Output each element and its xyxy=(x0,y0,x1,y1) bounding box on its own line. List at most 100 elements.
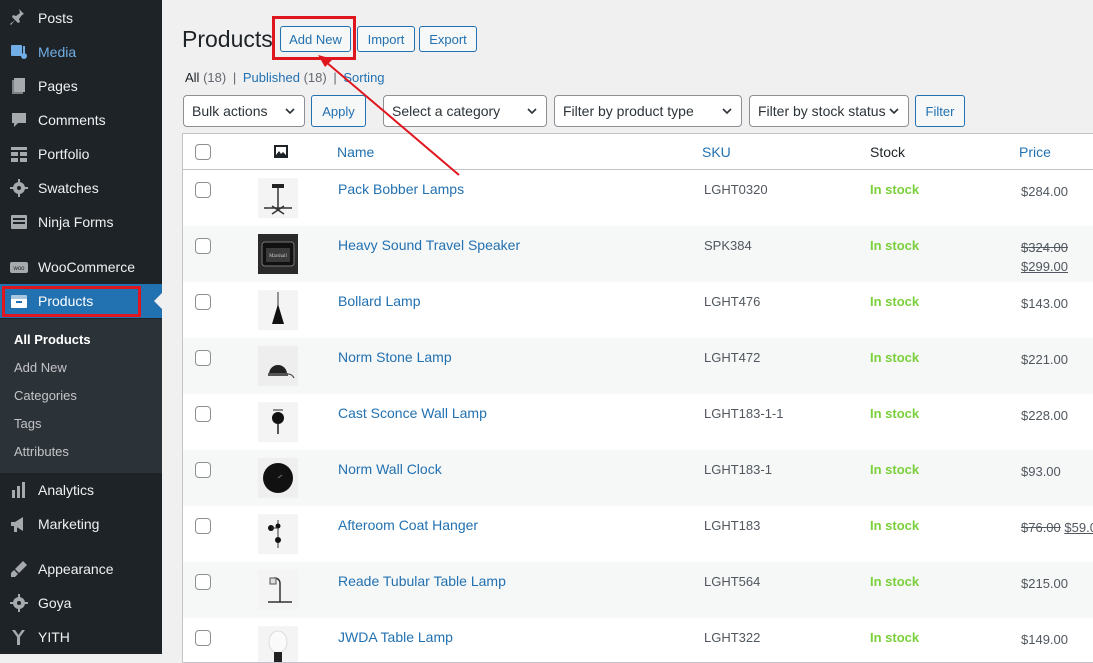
product-price: $76.00 $59.0 xyxy=(1021,518,1093,537)
view-published-count: (18) xyxy=(303,70,327,85)
sidebar-item-comments[interactable]: Comments xyxy=(0,103,162,137)
import-button[interactable]: Import xyxy=(357,26,415,52)
category-value: Select a category xyxy=(392,103,501,119)
sidebar-item-woocommerce[interactable]: woo WooCommerce xyxy=(0,250,162,284)
sidebar-item-label: Marketing xyxy=(38,516,100,532)
product-thumbnail[interactable] xyxy=(258,458,298,498)
submenu-attributes[interactable]: Attributes xyxy=(14,444,69,459)
sidebar-item-appearance[interactable]: Appearance xyxy=(0,552,162,586)
sidebar-item-label: Analytics xyxy=(38,482,95,498)
product-sku: LGHT322 xyxy=(704,630,761,645)
view-sorting[interactable]: Sorting xyxy=(343,70,384,85)
product-thumbnail[interactable] xyxy=(258,626,298,662)
product-name-link[interactable]: Norm Stone Lamp xyxy=(338,349,452,365)
stock-status: In stock xyxy=(870,238,920,253)
product-price: $93.00 xyxy=(1021,464,1061,479)
product-name-link[interactable]: Reade Tubular Table Lamp xyxy=(338,573,506,589)
stock-status: In stock xyxy=(870,294,920,309)
pages-icon xyxy=(0,76,38,96)
product-name-link[interactable]: Norm Wall Clock xyxy=(338,461,442,477)
select-all-checkbox[interactable] xyxy=(195,144,211,160)
table-row: Bollard Lamp LGHT476 In stock $143.00 xyxy=(183,282,1093,338)
product-name-link[interactable]: Heavy Sound Travel Speaker xyxy=(338,237,520,253)
products-table: Name SKU Stock Price Pack Bobber Lamps L… xyxy=(182,133,1093,663)
sidebar-item-analytics[interactable]: Analytics xyxy=(0,473,162,507)
stock-status: In stock xyxy=(870,462,920,477)
row-checkbox[interactable] xyxy=(195,574,211,590)
main-content: Products Add New Import Export All (18) … xyxy=(162,0,1093,663)
column-name[interactable]: Name xyxy=(337,144,374,160)
row-checkbox[interactable] xyxy=(195,350,211,366)
sidebar-item-ninja-forms[interactable]: Ninja Forms xyxy=(0,205,162,239)
sidebar-item-pages[interactable]: Pages xyxy=(0,69,162,103)
submenu-categories[interactable]: Categories xyxy=(14,388,77,403)
table-row: Norm Stone Lamp LGHT472 In stock $221.00 xyxy=(183,338,1093,394)
sidebar-item-label: Comments xyxy=(38,112,106,128)
sidebar-item-goya[interactable]: Goya xyxy=(0,586,162,620)
product-name-link[interactable]: Bollard Lamp xyxy=(338,293,421,309)
product-thumbnail[interactable] xyxy=(258,346,298,386)
stock-status-select[interactable]: Filter by stock status xyxy=(749,95,909,127)
product-price: $221.00 xyxy=(1021,352,1068,367)
sidebar-item-label: Goya xyxy=(38,595,72,611)
sidebar-item-yith[interactable]: YITH xyxy=(0,620,162,654)
view-all[interactable]: All xyxy=(185,70,199,85)
product-sku: LGHT183-1 xyxy=(704,462,772,477)
table-header: Name SKU Stock Price xyxy=(183,134,1093,170)
product-sku: SPK384 xyxy=(704,238,752,253)
stock-status: In stock xyxy=(870,574,920,589)
product-thumbnail[interactable] xyxy=(258,290,298,330)
product-price: $215.00 xyxy=(1021,576,1068,591)
svg-text:Marshall: Marshall xyxy=(269,254,287,259)
row-checkbox[interactable] xyxy=(195,182,211,198)
row-checkbox[interactable] xyxy=(195,406,211,422)
sidebar-item-label: Posts xyxy=(38,10,74,26)
sidebar-item-label: Portfolio xyxy=(38,146,90,162)
apply-button[interactable]: Apply xyxy=(311,95,366,127)
product-thumbnail[interactable] xyxy=(258,570,298,610)
row-checkbox[interactable] xyxy=(195,238,211,254)
sidebar-item-media[interactable]: Media xyxy=(0,35,162,69)
table-row: Afteroom Coat Hanger LGHT183 In stock $7… xyxy=(183,506,1093,562)
bulk-actions-select[interactable]: Bulk actions xyxy=(183,95,305,127)
product-thumbnail[interactable] xyxy=(258,178,298,218)
product-sku: LGHT472 xyxy=(704,350,761,365)
column-sku[interactable]: SKU xyxy=(702,144,731,160)
portfolio-icon xyxy=(0,144,38,164)
row-checkbox[interactable] xyxy=(195,518,211,534)
submenu-tags[interactable]: Tags xyxy=(14,416,41,431)
column-price[interactable]: Price xyxy=(1019,144,1051,160)
filter-button[interactable]: Filter xyxy=(915,95,965,127)
product-type-value: Filter by product type xyxy=(563,103,694,119)
product-type-select[interactable]: Filter by product type xyxy=(554,95,742,127)
row-checkbox[interactable] xyxy=(195,462,211,478)
submenu-add-new[interactable]: Add New xyxy=(14,360,67,375)
sidebar-item-swatches[interactable]: Swatches xyxy=(0,171,162,205)
svg-text:woo: woo xyxy=(12,266,25,272)
chevron-down-icon xyxy=(527,108,537,115)
product-thumbnail[interactable] xyxy=(258,402,298,442)
sidebar-item-marketing[interactable]: Marketing xyxy=(0,507,162,541)
view-published[interactable]: Published xyxy=(243,70,300,85)
separator: | xyxy=(333,70,337,85)
sidebar-item-posts[interactable]: Posts xyxy=(0,1,162,35)
export-button[interactable]: Export xyxy=(419,26,477,52)
row-checkbox[interactable] xyxy=(195,294,211,310)
product-name-link[interactable]: Afteroom Coat Hanger xyxy=(338,517,478,533)
submenu-all-products[interactable]: All Products xyxy=(14,332,91,347)
sidebar-item-portfolio[interactable]: Portfolio xyxy=(0,137,162,171)
chevron-down-icon xyxy=(722,108,732,115)
product-thumbnail[interactable] xyxy=(258,514,298,554)
product-name-link[interactable]: JWDA Table Lamp xyxy=(338,629,453,645)
product-price: $143.00 xyxy=(1021,296,1068,311)
product-thumbnail[interactable]: Marshall xyxy=(258,234,298,274)
column-stock: Stock xyxy=(870,144,906,160)
chevron-down-icon xyxy=(889,108,899,115)
product-name-link[interactable]: Pack Bobber Lamps xyxy=(338,181,464,197)
category-select[interactable]: Select a category xyxy=(383,95,547,127)
table-row: Marshall Heavy Sound Travel Speaker SPK3… xyxy=(183,226,1093,282)
row-checkbox[interactable] xyxy=(195,630,211,646)
bar-chart-icon xyxy=(0,480,38,500)
sale-price: $59.0 xyxy=(1064,520,1093,535)
product-name-link[interactable]: Cast Sconce Wall Lamp xyxy=(338,405,487,421)
